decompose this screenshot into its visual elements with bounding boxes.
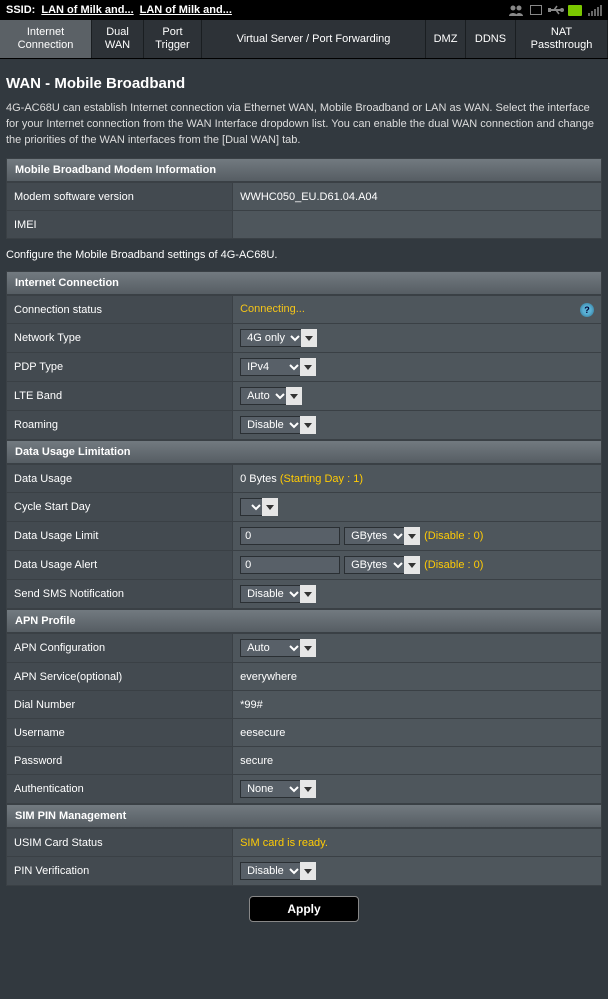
pdp-type-label: PDP Type — [7, 353, 233, 382]
dropdown-arrow-icon — [300, 416, 316, 434]
roaming-select[interactable]: Disable — [240, 416, 316, 434]
apply-button[interactable]: Apply — [249, 896, 359, 922]
imei-value — [233, 211, 602, 239]
pdp-type-select[interactable]: IPv4 — [240, 358, 316, 376]
dropdown-arrow-icon — [286, 387, 302, 405]
apn-config-label: APN Configuration — [7, 634, 233, 663]
data-usage-alert-label: Data Usage Alert — [7, 551, 233, 580]
usim-status-value: SIM card is ready. — [240, 837, 328, 849]
cycle-start-label: Cycle Start Day — [7, 493, 233, 522]
conn-status-value: Connecting... — [240, 303, 305, 315]
usim-status-label: USIM Card Status — [7, 829, 233, 857]
modem-sw-version-label: Modem software version — [7, 183, 233, 211]
data-usage-alert-input[interactable] — [240, 556, 340, 574]
data-usage-label: Data Usage — [7, 465, 233, 493]
section-internet-connection: Internet Connection — [6, 271, 602, 295]
lte-band-label: LTE Band — [7, 382, 233, 411]
data-usage-limit-label: Data Usage Limit — [7, 522, 233, 551]
data-usage-value: 0 Bytes — [240, 473, 277, 485]
ssid-link-1[interactable]: LAN of Milk and... — [41, 4, 133, 16]
dial-number-label: Dial Number — [7, 691, 233, 719]
section-apn-profile: APN Profile — [6, 609, 602, 633]
status-icon-1[interactable] — [530, 5, 542, 15]
lte-band-select[interactable]: Auto — [240, 387, 302, 405]
clients-icon[interactable] — [508, 4, 524, 16]
tab-port-trigger[interactable]: Port Trigger — [144, 20, 202, 58]
tab-nat-passthrough[interactable]: NAT Passthrough — [516, 20, 608, 58]
dropdown-arrow-icon — [300, 358, 316, 376]
signal-bars-icon — [588, 4, 602, 16]
dropdown-arrow-icon — [404, 556, 420, 574]
data-usage-alert-unit-select[interactable]: GBytes — [344, 556, 420, 574]
ssid-link-2[interactable]: LAN of Milk and... — [140, 4, 232, 16]
authentication-label: Authentication — [7, 775, 233, 804]
roaming-label: Roaming — [7, 411, 233, 440]
page-description: 4G-AC68U can establish Internet connecti… — [6, 100, 602, 148]
tab-virtual-server[interactable]: Virtual Server / Port Forwarding — [202, 20, 426, 58]
usb-icon[interactable] — [548, 4, 562, 16]
status-led-icon[interactable] — [568, 5, 582, 16]
dial-number-value: *99# — [233, 691, 602, 719]
top-bar: SSID: LAN of Milk and... LAN of Milk and… — [0, 0, 608, 20]
username-value: eesecure — [233, 719, 602, 747]
cycle-start-select[interactable]: 1 — [240, 498, 278, 516]
section-data-usage: Data Usage Limitation — [6, 440, 602, 464]
tab-dmz[interactable]: DMZ — [426, 20, 466, 58]
username-label: Username — [7, 719, 233, 747]
apn-config-select[interactable]: Auto — [240, 639, 316, 657]
password-value: secure — [233, 747, 602, 775]
dropdown-arrow-icon — [300, 862, 316, 880]
pin-verification-select[interactable]: Disable — [240, 862, 316, 880]
sms-notification-select[interactable]: Disable — [240, 585, 316, 603]
dropdown-arrow-icon — [300, 780, 316, 798]
conn-status-label: Connection status — [7, 296, 233, 324]
section-modem-info: Mobile Broadband Modem Information — [6, 158, 602, 182]
section-sim-pin: SIM PIN Management — [6, 804, 602, 828]
data-usage-extra: (Starting Day : 1) — [280, 473, 363, 485]
tab-ddns[interactable]: DDNS — [466, 20, 516, 58]
dropdown-arrow-icon — [404, 527, 420, 545]
dropdown-arrow-icon — [262, 498, 278, 516]
data-usage-limit-extra: (Disable : 0) — [424, 530, 483, 542]
network-type-label: Network Type — [7, 324, 233, 353]
page-title: WAN - Mobile Broadband — [6, 59, 602, 100]
tab-bar: Internet Connection Dual WAN Port Trigge… — [0, 20, 608, 59]
imei-label: IMEI — [7, 211, 233, 239]
password-label: Password — [7, 747, 233, 775]
apn-service-value: everywhere — [233, 663, 602, 691]
sms-notification-label: Send SMS Notification — [7, 580, 233, 609]
modem-sw-version-value: WWHC050_EU.D61.04.A04 — [233, 183, 602, 211]
network-type-select[interactable]: 4G only — [240, 329, 317, 347]
data-usage-limit-unit-select[interactable]: GBytes — [344, 527, 420, 545]
ssid-label: SSID: — [6, 4, 35, 16]
apn-service-label: APN Service(optional) — [7, 663, 233, 691]
pin-verification-label: PIN Verification — [7, 857, 233, 886]
data-usage-limit-input[interactable] — [240, 527, 340, 545]
dropdown-arrow-icon — [301, 329, 317, 347]
dropdown-arrow-icon — [300, 585, 316, 603]
configure-description: Configure the Mobile Broadband settings … — [6, 239, 602, 271]
authentication-select[interactable]: None — [240, 780, 316, 798]
data-usage-alert-extra: (Disable : 0) — [424, 559, 483, 571]
dropdown-arrow-icon — [300, 639, 316, 657]
tab-internet-connection[interactable]: Internet Connection — [0, 20, 92, 58]
tab-dual-wan[interactable]: Dual WAN — [92, 20, 144, 58]
conn-status-help-icon[interactable]: ? — [580, 303, 594, 317]
